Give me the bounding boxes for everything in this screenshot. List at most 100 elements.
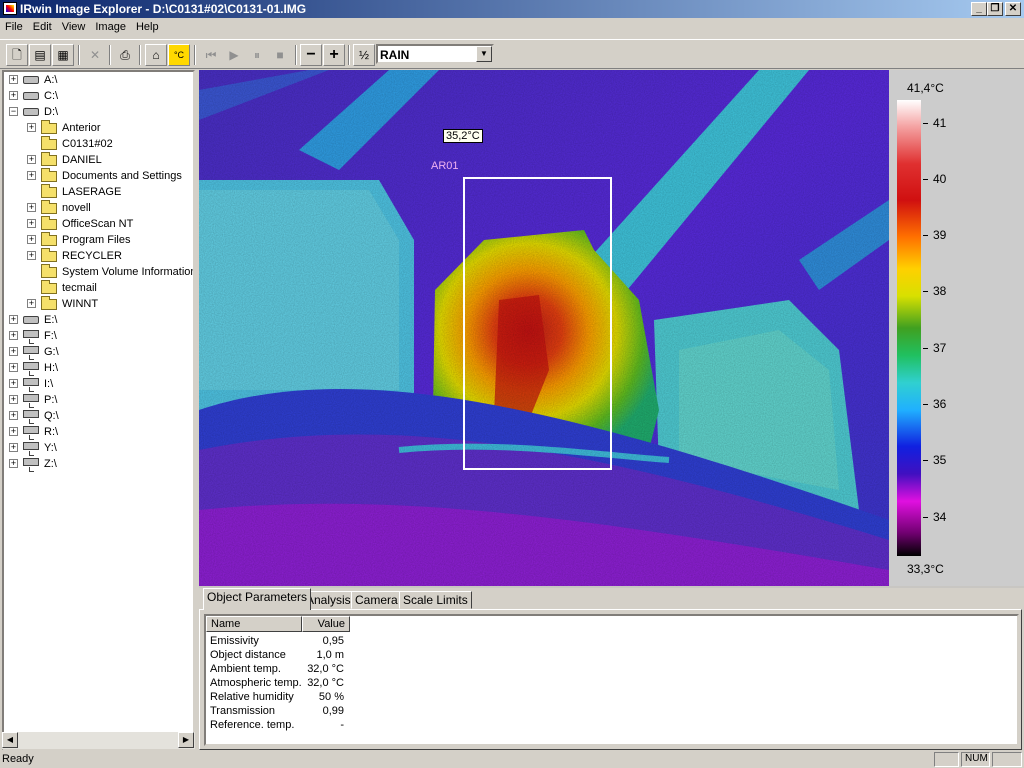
expand-icon[interactable]: + — [9, 379, 18, 388]
folder-icon — [41, 120, 57, 134]
expand-icon[interactable]: + — [27, 123, 36, 132]
drive-icon — [23, 76, 39, 84]
window-title: IRwin Image Explorer - D:\C0131#02\C0131… — [20, 2, 307, 16]
scale-tick-label: 35 — [933, 453, 947, 468]
scroll-right-icon[interactable]: ▶ — [178, 732, 194, 748]
scale-tick-label: 36 — [933, 397, 947, 411]
tree-item-label: Z:\ — [44, 458, 57, 470]
tree-horizontal-scrollbar[interactable]: ◀ ▶ — [2, 732, 195, 749]
net-icon — [23, 346, 39, 360]
column-header-name[interactable]: Name — [206, 616, 302, 632]
expand-icon[interactable]: + — [9, 347, 18, 356]
num-lock-indicator: NUM — [961, 752, 990, 767]
close-button[interactable]: ✕ — [1005, 2, 1021, 16]
param-value: 0,95 — [322, 635, 344, 647]
tree-item-label: tecmail — [62, 282, 97, 294]
expand-icon[interactable]: + — [27, 155, 36, 164]
delete-icon[interactable]: ✕ — [84, 44, 106, 66]
expand-icon[interactable]: + — [9, 459, 18, 468]
tab-scale-limits[interactable]: Scale Limits — [399, 591, 472, 609]
object-parameters-panel: Name Value Emissivity 0,95 Object distance… — [199, 609, 1022, 750]
restore-button[interactable]: ❐ — [987, 2, 1003, 16]
menu-file[interactable]: File — [0, 19, 28, 33]
grid-view-icon[interactable]: ▦ — [52, 44, 74, 66]
first-frame-icon[interactable]: ⏮ — [200, 44, 222, 66]
tab-object-parameters[interactable]: Object Parameters — [203, 588, 312, 610]
param-name: Transmission — [210, 705, 275, 717]
expand-icon[interactable]: + — [9, 75, 18, 84]
chevron-down-icon[interactable]: ▼ — [476, 46, 492, 62]
scale-tick — [923, 460, 928, 462]
half-size-button[interactable]: ½ — [353, 44, 375, 66]
collapse-icon[interactable]: − — [9, 107, 18, 116]
thermal-image[interactable]: 35,2°C AR01 — [199, 70, 889, 586]
menu-image[interactable]: Image — [90, 19, 131, 33]
menu-view[interactable]: View — [57, 19, 91, 33]
expand-icon[interactable]: + — [9, 91, 18, 100]
expand-icon[interactable]: + — [9, 315, 18, 324]
new-icon[interactable]: 🗋 — [6, 44, 28, 66]
tree-item-label: RECYCLER — [62, 250, 122, 262]
param-value: 32,0 °C — [307, 663, 344, 675]
folder-tree[interactable]: + A:\ + C:\ − D:\ + Anterior C0131#02 + DANIEL + Doc… — [2, 70, 195, 750]
drive-icon — [23, 108, 39, 116]
scale-tick — [923, 404, 928, 405]
tab-camera[interactable]: Camera — [351, 591, 402, 609]
expand-icon[interactable]: + — [27, 203, 36, 212]
tree-item-label: R:\ — [44, 426, 59, 438]
play-icon[interactable]: ▶ — [223, 44, 245, 66]
param-name: Atmospheric temp. — [210, 677, 302, 689]
parameter-list[interactable]: Name Value Emissivity 0,95 Object distance… — [204, 614, 1019, 746]
temperature-icon[interactable]: °C — [168, 44, 190, 66]
menu-help[interactable]: Help — [131, 19, 164, 33]
zoom-in-button[interactable]: + — [323, 44, 345, 66]
home-image-icon[interactable]: ⌂ — [145, 44, 167, 66]
net-icon — [23, 426, 39, 440]
expand-icon[interactable]: + — [27, 219, 36, 228]
scale-tick — [923, 347, 928, 349]
expand-icon[interactable]: + — [9, 427, 18, 436]
details-view-icon[interactable]: ▤ — [29, 44, 51, 66]
expand-icon[interactable]: + — [27, 251, 36, 260]
status-bar: Ready NUM — [0, 751, 1024, 768]
scale-tick — [923, 516, 928, 518]
palette-select[interactable]: RAIN ▼ — [376, 44, 494, 64]
expand-icon[interactable]: + — [27, 235, 36, 244]
expand-icon[interactable]: + — [9, 411, 18, 420]
net-icon — [23, 362, 39, 376]
expand-icon[interactable]: + — [27, 299, 36, 308]
toolbar-separator — [348, 45, 350, 65]
expand-icon[interactable]: + — [9, 331, 18, 340]
tree-item-label: P:\ — [44, 394, 58, 406]
tree-item-label: E:\ — [44, 314, 58, 326]
tree-item-label: D:\ — [44, 106, 59, 118]
print-icon[interactable]: ⎙ — [114, 44, 136, 66]
spot-temperature-label[interactable]: 35,2°C — [443, 129, 483, 143]
palette-value: RAIN — [380, 48, 410, 62]
folder-icon — [41, 216, 57, 230]
toolbar-separator — [295, 45, 297, 65]
scale-tick-label: 37 — [933, 340, 947, 355]
scale-tick — [923, 178, 928, 180]
app-icon[interactable] — [3, 2, 17, 15]
minimize-button[interactable]: _ — [971, 2, 987, 16]
stop-icon[interactable]: ■ — [269, 44, 291, 66]
param-value: 32,0 °C — [307, 677, 344, 689]
scroll-left-icon[interactable]: ◀ — [2, 732, 18, 748]
expand-icon[interactable]: + — [27, 171, 36, 180]
menu-edit[interactable]: Edit — [28, 19, 57, 33]
expand-icon[interactable]: + — [9, 395, 18, 404]
param-value: 50 % — [318, 691, 344, 703]
toolbar-separator — [194, 45, 196, 65]
measurement-area-box[interactable] — [463, 177, 612, 470]
tree-item-label: Anterior — [62, 122, 101, 134]
column-header-value[interactable]: Value — [302, 616, 350, 632]
param-name: Ambient temp. — [210, 663, 281, 675]
pause-icon[interactable]: ⏸ — [246, 44, 268, 66]
zoom-out-button[interactable]: − — [300, 44, 322, 66]
area-label: AR01 — [431, 160, 459, 172]
menu-bar: File Edit View Image Help — [0, 19, 1024, 38]
tree-item-label: A:\ — [44, 74, 58, 86]
expand-icon[interactable]: + — [9, 363, 18, 372]
expand-icon[interactable]: + — [9, 443, 18, 452]
